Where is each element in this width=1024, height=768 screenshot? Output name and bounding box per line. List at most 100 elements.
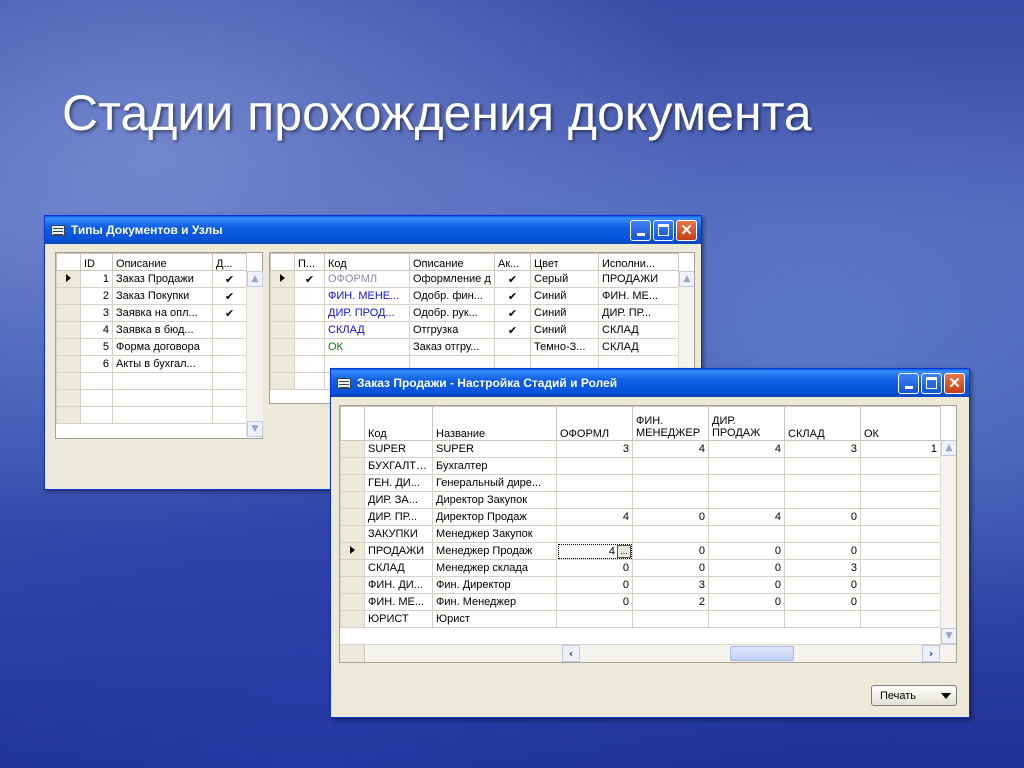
maximize-button[interactable] <box>921 372 942 394</box>
description-cell[interactable]: Одобр. рук... <box>409 304 495 322</box>
row-selector[interactable] <box>270 372 295 390</box>
value-cell[interactable] <box>784 610 861 628</box>
value-cell[interactable]: 2 <box>632 593 709 611</box>
value-cell[interactable] <box>632 491 709 509</box>
value-cell[interactable]: 4 <box>708 508 785 526</box>
value-cell[interactable]: 4 <box>708 440 785 458</box>
minimize-button[interactable] <box>898 372 919 394</box>
description-cell[interactable]: Заказ Продажи <box>112 270 213 288</box>
column-header-name[interactable]: Название <box>432 406 557 441</box>
column-header-code[interactable]: Код <box>364 406 433 441</box>
column-header-ok[interactable]: ОК <box>860 406 941 441</box>
value-cell[interactable]: 0 <box>556 576 633 594</box>
empty-cell[interactable] <box>294 355 325 373</box>
value-cell[interactable] <box>632 474 709 492</box>
row-selector[interactable] <box>56 355 81 373</box>
code-cell[interactable]: ЗАКУПКИ <box>364 525 433 543</box>
table-row[interactable]: 4 Заявка в бюд... <box>56 321 247 339</box>
description-cell[interactable]: Форма договора <box>112 338 213 356</box>
empty-cell[interactable] <box>80 406 113 424</box>
scroll-right-icon[interactable]: › <box>922 645 940 662</box>
scroll-up-icon[interactable]: ▲ <box>679 271 694 287</box>
description-cell[interactable]: Заказ Покупки <box>112 287 213 305</box>
color-cell[interactable]: Синий <box>530 287 599 305</box>
lookup-button[interactable]: ... <box>617 544 631 558</box>
table-row[interactable]: ФИН. МЕ... Фин. Менеджер 0 2 0 0 <box>340 593 941 611</box>
active-cell[interactable] <box>494 338 531 356</box>
value-cell[interactable]: 0 <box>556 559 633 577</box>
description-cell[interactable]: Заявка в бюд... <box>112 321 213 339</box>
p-cell[interactable]: ✔ <box>294 270 325 288</box>
active-cell[interactable]: ✔ <box>494 270 531 288</box>
empty-cell[interactable] <box>212 372 247 390</box>
p-cell[interactable] <box>294 287 325 305</box>
row-selector[interactable] <box>56 338 81 356</box>
id-cell[interactable]: 6 <box>80 355 113 373</box>
value-cell[interactable]: 3 <box>632 576 709 594</box>
value-cell[interactable]: 0 <box>784 508 861 526</box>
scroll-up-icon[interactable]: ▲ <box>941 440 956 456</box>
check-cell[interactable] <box>212 355 247 373</box>
p-cell[interactable] <box>294 321 325 339</box>
table-row[interactable]: ДИР. ЗА... Директор Закупок <box>340 491 941 509</box>
column-header-fin-manager[interactable]: ФИН. МЕНЕДЖЕР <box>632 406 709 441</box>
table-row-selected[interactable]: ПРОДАЖИ Менеджер Продаж 4... 0 0 0 <box>340 542 941 560</box>
value-cell[interactable] <box>708 457 785 475</box>
id-cell[interactable]: 2 <box>80 287 113 305</box>
table-row[interactable]: SUPER SUPER 3 4 4 3 1 <box>340 440 941 458</box>
code-cell[interactable]: SUPER <box>364 440 433 458</box>
row-selector[interactable] <box>270 321 295 339</box>
row-selector[interactable] <box>56 389 81 407</box>
empty-cell[interactable] <box>112 372 213 390</box>
code-cell[interactable]: ДИР. ПРОД... <box>324 304 410 322</box>
value-cell[interactable]: 0 <box>708 576 785 594</box>
value-cell[interactable] <box>860 508 941 526</box>
row-selector[interactable] <box>340 508 365 526</box>
value-cell[interactable]: 0 <box>784 576 861 594</box>
check-cell[interactable] <box>212 338 247 356</box>
table-row[interactable]: ЗАКУПКИ Менеджер Закупок <box>340 525 941 543</box>
value-cell[interactable]: 0 <box>632 508 709 526</box>
value-cell[interactable] <box>708 525 785 543</box>
value-cell[interactable] <box>860 525 941 543</box>
column-header-active[interactable]: Ак... <box>494 253 531 271</box>
row-selector[interactable] <box>56 406 81 424</box>
value-cell[interactable] <box>632 525 709 543</box>
value-cell[interactable] <box>860 559 941 577</box>
value-cell[interactable] <box>708 474 785 492</box>
name-cell[interactable]: Генеральный дире... <box>432 474 557 492</box>
description-cell[interactable]: Одобр. фин... <box>409 287 495 305</box>
executor-cell[interactable]: СКЛАД <box>598 321 679 339</box>
value-cell[interactable] <box>860 457 941 475</box>
code-cell[interactable]: ДИР. ЗА... <box>364 491 433 509</box>
value-cell[interactable]: 0 <box>784 542 861 560</box>
value-cell[interactable]: 0 <box>632 559 709 577</box>
value-cell[interactable] <box>556 491 633 509</box>
value-cell[interactable] <box>860 610 941 628</box>
scroll-down-icon[interactable]: ▼ <box>247 421 263 437</box>
value-cell[interactable] <box>860 542 941 560</box>
code-cell[interactable]: СКЛАД <box>324 321 410 339</box>
close-button[interactable]: ✕ <box>944 372 965 394</box>
document-types-titlebar[interactable]: Типы Документов и Узлы ✕ <box>45 216 701 244</box>
row-selector[interactable] <box>56 372 81 390</box>
code-cell[interactable]: ГЕН. ДИ... <box>364 474 433 492</box>
table-row[interactable]: ОК Заказ отгру... Темно-З... СКЛАД <box>270 338 679 356</box>
stages-roles-titlebar[interactable]: Заказ Продажи - Настройка Стадий и Ролей… <box>331 369 969 397</box>
focused-value-cell[interactable]: 4... <box>556 542 633 560</box>
table-row[interactable]: СКЛАД Отгрузка ✔ Синий СКЛАД <box>270 321 679 339</box>
value-cell[interactable] <box>556 457 633 475</box>
row-selector[interactable] <box>340 525 365 543</box>
p-cell[interactable] <box>294 304 325 322</box>
p-cell[interactable] <box>294 338 325 356</box>
value-cell[interactable] <box>860 593 941 611</box>
value-cell[interactable] <box>860 576 941 594</box>
code-cell[interactable]: ДИР. ПР... <box>364 508 433 526</box>
code-cell[interactable]: ЮРИСТ <box>364 610 433 628</box>
empty-cell[interactable] <box>80 389 113 407</box>
check-cell[interactable]: ✔ <box>212 287 247 305</box>
maximize-button[interactable] <box>653 219 674 241</box>
value-cell[interactable]: 0 <box>784 593 861 611</box>
value-cell[interactable] <box>784 525 861 543</box>
executor-cell[interactable]: СКЛАД <box>598 338 679 356</box>
